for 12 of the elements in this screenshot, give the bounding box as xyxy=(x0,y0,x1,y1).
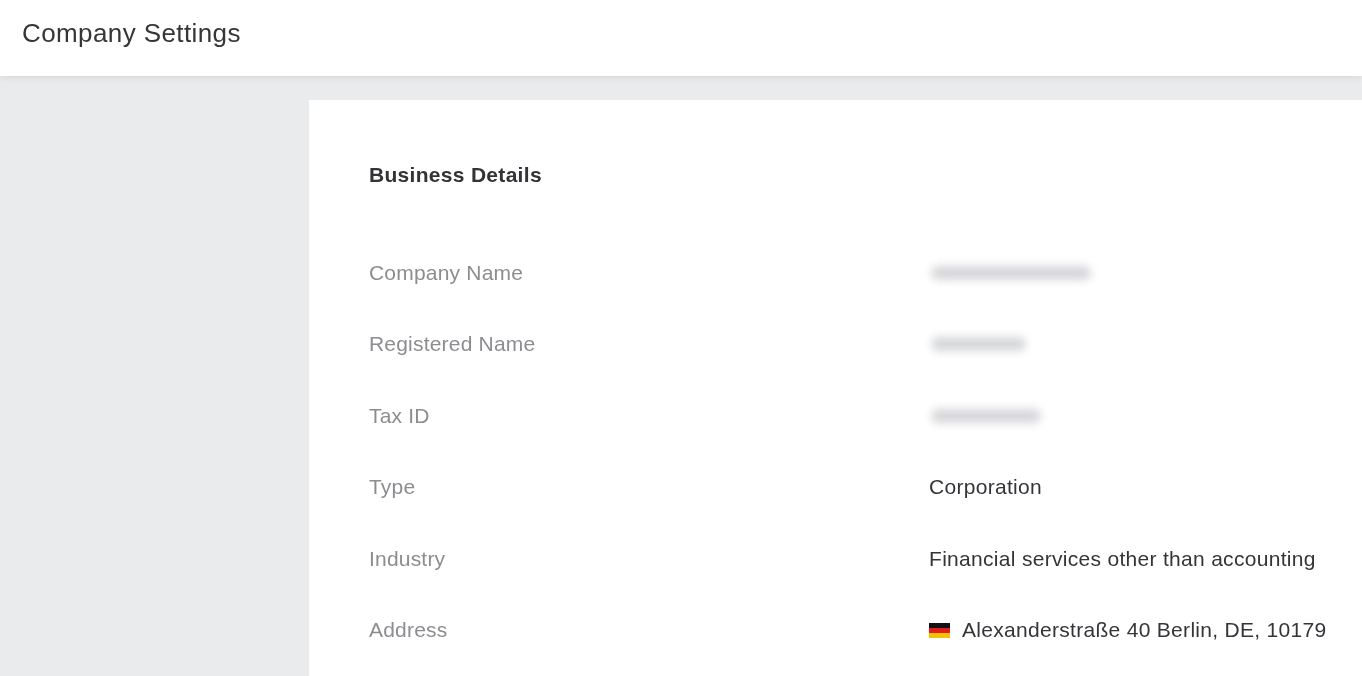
field-label: Company Name xyxy=(369,260,524,285)
german-flag-icon xyxy=(929,622,950,638)
field-label: Registered Name xyxy=(369,332,536,357)
address-value: Alexanderstraße 40 Berlin, DE, 10179 xyxy=(962,618,1327,643)
page-title: Company Settings xyxy=(22,17,241,49)
field-value: Corporation xyxy=(929,475,1043,500)
field-label: Type xyxy=(369,475,416,500)
field-value: Financial services other than accounting xyxy=(929,546,1316,571)
section-title: Business Details xyxy=(369,163,542,187)
field-label: Industry xyxy=(369,546,446,571)
field-label: Tax ID xyxy=(369,403,430,428)
field-label: Address xyxy=(369,618,448,643)
